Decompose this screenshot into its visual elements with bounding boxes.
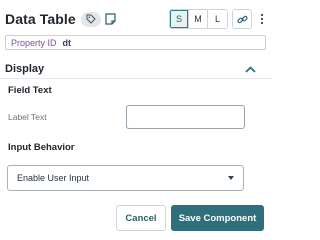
label-text-input[interactable]	[126, 105, 245, 129]
chevron-up-icon[interactable]	[243, 62, 257, 76]
size-toggle-group: S M L	[169, 9, 228, 29]
note-icon[interactable]	[105, 12, 117, 26]
display-section-header[interactable]: Display	[5, 62, 267, 76]
section-title: Display	[5, 63, 45, 75]
link-icon	[236, 15, 248, 23]
size-medium-button[interactable]: M	[189, 10, 208, 28]
input-behavior-heading: Input Behavior	[8, 142, 75, 153]
size-small-button[interactable]: S	[170, 10, 189, 28]
tag-icon[interactable]	[80, 11, 101, 27]
input-behavior-select[interactable]: Enable User Input	[7, 165, 244, 191]
field-text-heading: Field Text	[8, 85, 52, 96]
property-id-label: Property ID	[11, 37, 57, 48]
select-value: Enable User Input	[17, 173, 90, 183]
panel-header: Data Table S M L	[5, 9, 267, 29]
property-id-field[interactable]: Property ID dt	[5, 35, 266, 50]
label-text-label: Label Text	[8, 112, 47, 122]
link-button[interactable]	[232, 9, 252, 29]
property-id-value: dt	[62, 37, 72, 48]
save-component-button[interactable]: Save Component	[171, 205, 264, 231]
cancel-button[interactable]: Cancel	[116, 205, 166, 231]
section-divider	[0, 78, 272, 79]
size-large-button[interactable]: L	[208, 10, 227, 28]
caret-down-icon	[228, 176, 234, 180]
more-vertical-icon[interactable]	[256, 9, 268, 29]
component-title: Data Table	[5, 11, 76, 27]
